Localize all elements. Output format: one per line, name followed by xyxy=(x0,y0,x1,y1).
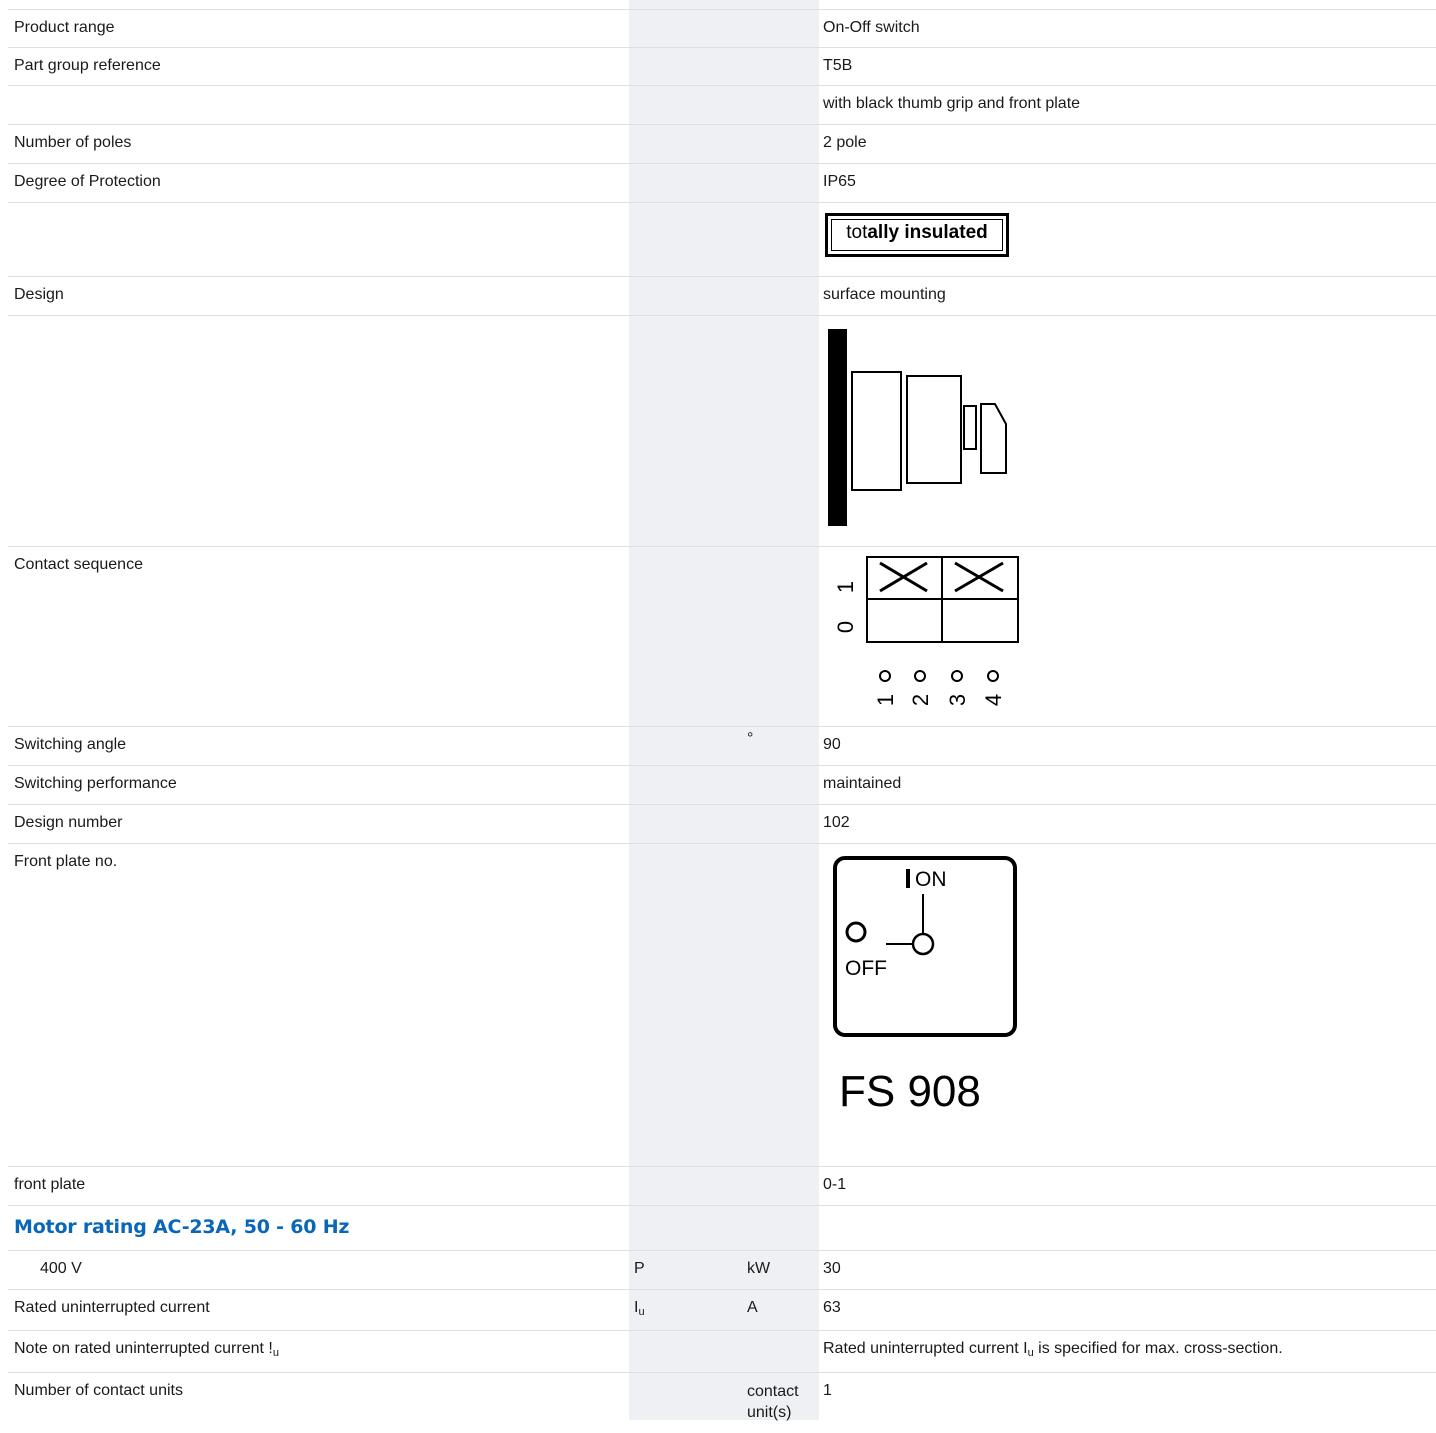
table-row: Rated uninterrupted current Iu A 63 xyxy=(8,1290,1436,1331)
row-value: with black thumb grip and front plate xyxy=(823,95,1081,112)
symbol-subscript: u xyxy=(638,1306,645,1318)
label-subscript: u xyxy=(272,1347,279,1359)
table-row: totally insulated xyxy=(8,203,1436,277)
row-unit: contact unit(s) xyxy=(747,1383,799,1421)
row-value: 63 xyxy=(823,1299,841,1316)
table-row: 400 V P kW 30 xyxy=(8,1251,1436,1290)
table-row: Switching angle ° 90 xyxy=(8,727,1436,766)
row-unit: ° xyxy=(747,730,754,747)
row-value: Rated uninterrupted current Iu is specif… xyxy=(823,1331,1283,1371)
table-row: front plate 0-1 xyxy=(8,1167,1436,1206)
row-label: Number of poles xyxy=(14,134,132,151)
table-row xyxy=(8,316,1436,547)
terminal-label: 4 xyxy=(981,694,1006,706)
row-label: 400 V xyxy=(40,1260,82,1277)
row-label: front plate xyxy=(14,1176,86,1193)
badge-text-part: insulated xyxy=(904,222,988,243)
row-label: Rated uninterrupted current xyxy=(14,1299,210,1316)
table-row: Number of contact units contact unit(s) … xyxy=(8,1373,1436,1433)
value-text: Rated uninterrupted current I xyxy=(823,1340,1028,1357)
label-text: Note on rated uninterrupted current ! xyxy=(14,1340,273,1357)
table-row: Front plate no. ON OFF FS 908 xyxy=(8,844,1436,1167)
row-label: Note on rated uninterrupted current !u xyxy=(14,1331,279,1371)
table-row: Design surface mounting xyxy=(8,277,1436,316)
off-label: OFF xyxy=(845,957,887,980)
row-label: Contact sequence xyxy=(14,556,143,573)
table-row: Product range On-Off switch xyxy=(8,10,1436,48)
table-row: Degree of Protection IP65 xyxy=(8,164,1436,203)
table-row: Number of poles 2 pole xyxy=(8,125,1436,164)
row-label: Switching angle xyxy=(14,736,127,753)
front-plate-diagram: ON OFF FS 908 xyxy=(833,856,1017,1116)
surface-mounting-diagram xyxy=(828,329,1007,526)
row-value: 90 xyxy=(823,736,841,753)
row-unit: A xyxy=(747,1299,758,1316)
row-value: T5B xyxy=(823,57,853,74)
row-value: maintained xyxy=(823,775,902,792)
terminal-label: 3 xyxy=(945,694,970,706)
badge-inner: totally insulated xyxy=(831,219,1003,251)
row-label: Part group reference xyxy=(14,57,161,74)
row-symbol: P xyxy=(634,1260,645,1277)
row-label: Design number xyxy=(14,814,123,831)
table-row: Note on rated uninterrupted current !u R… xyxy=(8,1331,1436,1373)
badge-text-part: tot xyxy=(846,222,868,243)
spec-table: Product range On-Off switch Part group r… xyxy=(8,10,1436,1433)
table-row: Contact sequence 1 0 1 2 3 4 xyxy=(8,547,1436,727)
row-value: 102 xyxy=(823,814,850,831)
row-value: 2 pole xyxy=(823,134,867,151)
row-unit: kW xyxy=(747,1260,771,1277)
badge-text-part: ally xyxy=(867,222,905,243)
row-symbol: Iu xyxy=(634,1290,645,1330)
position-label: 1 xyxy=(833,581,858,593)
section-row: Motor rating AC-23A, 50 - 60 Hz xyxy=(8,1206,1436,1251)
terminal-label: 1 xyxy=(873,694,898,706)
row-label: Degree of Protection xyxy=(14,173,161,190)
table-row: with black thumb grip and front plate xyxy=(8,86,1436,125)
row-value: 0-1 xyxy=(823,1176,847,1193)
section-heading: Motor rating AC-23A, 50 - 60 Hz xyxy=(14,1216,350,1238)
row-label: Number of contact units xyxy=(14,1382,183,1399)
row-label: Design xyxy=(14,286,64,303)
on-label: ON xyxy=(915,868,947,891)
table-row: Switching performance maintained xyxy=(8,766,1436,805)
row-label: Switching performance xyxy=(14,775,177,792)
contact-sequence-diagram: 1 0 1 2 3 4 xyxy=(833,556,1019,706)
row-value: On-Off switch xyxy=(823,19,920,36)
row-label: Front plate no. xyxy=(14,853,118,870)
row-label: Product range xyxy=(14,19,115,36)
table-row: Design number 102 xyxy=(8,805,1436,844)
row-value: IP65 xyxy=(823,173,856,190)
row-value: 30 xyxy=(823,1260,841,1277)
row-value: 1 xyxy=(823,1382,832,1399)
value-text: is specified for max. cross-section. xyxy=(1033,1340,1283,1357)
position-label: 0 xyxy=(833,621,858,633)
terminal-label: 2 xyxy=(908,694,933,706)
row-value: surface mounting xyxy=(823,286,946,303)
table-row: Part group reference T5B xyxy=(8,48,1436,86)
front-plate-code: FS 908 xyxy=(839,1067,981,1116)
totally-insulated-badge: totally insulated xyxy=(825,213,1009,257)
